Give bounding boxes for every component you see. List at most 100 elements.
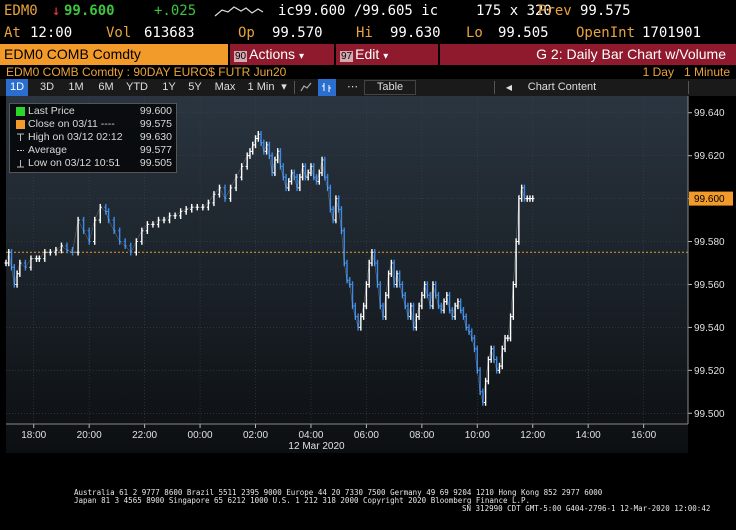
x-tick-label: 04:00	[298, 430, 323, 441]
range-6m[interactable]: 6M	[94, 79, 118, 96]
legend-name: Close on 03/11 ----	[28, 118, 115, 130]
security-field[interactable]: EDM0 COMB Comdty	[0, 44, 228, 65]
toolbar-divider	[688, 81, 689, 94]
interval-select[interactable]: 1 Min	[244, 79, 278, 96]
x-tick-label: 10:00	[465, 430, 490, 441]
y-tick-label: 99.640	[694, 108, 725, 119]
chevron-left-icon[interactable]: ◀	[502, 79, 516, 96]
line-chart-icon[interactable]	[297, 79, 315, 96]
x-tick-label: 02:00	[243, 430, 268, 441]
legend-item-last-price[interactable]: Last Price 99.600	[14, 105, 172, 118]
last-price: 99.600	[64, 3, 115, 19]
toolbar-divider	[494, 81, 495, 94]
chart-toolbar: 1D 3D 1M 6M YTD 1Y 5Y Max 1 Min ▾ ⋯ Tabl…	[0, 79, 736, 96]
y-tick-label: 99.580	[694, 237, 725, 248]
legend-swatch	[16, 107, 25, 116]
more-options-icon[interactable]: ⋯	[344, 79, 358, 96]
chevron-down-icon: ▾	[299, 51, 305, 62]
last-price-tag-label: 99.600	[694, 194, 725, 205]
period-label[interactable]: 1 Day	[643, 65, 674, 79]
x-tick-label: 20:00	[77, 430, 102, 441]
net-change: +.025	[154, 3, 197, 19]
at-label: At	[4, 25, 21, 41]
y-axis: 99.640 99.620 99.600 99.580 99.560 99.540 99.5…	[687, 96, 733, 424]
chevron-down-icon[interactable]: ▾	[278, 79, 290, 96]
actions-menu-number: 90	[234, 51, 248, 62]
edit-menu-label: Edit	[355, 46, 380, 62]
legend-value: 99.505	[139, 157, 172, 169]
high-price: 99.630	[390, 25, 441, 41]
open-label: Op	[238, 25, 255, 41]
bar-chart-icon[interactable]	[318, 79, 336, 96]
y-tick-label: 99.560	[694, 280, 725, 291]
low-label: Lo	[466, 25, 483, 41]
x-tick-label: 06:00	[354, 430, 379, 441]
low-price: 99.505	[498, 25, 549, 41]
interval-label[interactable]: 1 Minute	[684, 65, 730, 79]
volume: 613683	[144, 25, 195, 41]
legend-value: 99.577	[139, 144, 172, 156]
high-marker-icon	[16, 133, 25, 142]
prev-label: Prev	[538, 3, 572, 19]
x-tick-label: 16:00	[631, 430, 656, 441]
legend-value: 99.575	[139, 118, 172, 130]
range-1d[interactable]: 1D	[6, 79, 28, 96]
legend-value: 99.630	[139, 131, 172, 143]
chevron-down-icon: ▾	[383, 51, 389, 62]
ticker[interactable]: EDM0	[4, 0, 38, 22]
y-tick-label: 99.520	[694, 366, 725, 377]
legend-item-close[interactable]: Close on 03/11 ---- 99.575	[14, 118, 172, 131]
actions-menu-label: Actions	[249, 46, 296, 62]
range-1m[interactable]: 1M	[64, 79, 88, 96]
at-time: 12:00	[30, 25, 73, 41]
range-1y[interactable]: 1Y	[158, 79, 180, 96]
legend-value: 99.600	[139, 105, 172, 117]
range-5y[interactable]: 5Y	[184, 79, 206, 96]
chart-legend[interactable]: Last Price 99.600 Close on 03/11 ---- 99…	[9, 103, 177, 173]
x-axis-label: 12 Mar 2020	[288, 441, 345, 452]
period-info: 1 Day 1 Minute	[643, 65, 730, 79]
footer: Australia 61 2 9777 8600 Brazil 5511 239…	[0, 486, 736, 530]
legend-name: Average	[28, 144, 67, 156]
high-label: Hi	[356, 25, 373, 41]
range-ytd[interactable]: YTD	[122, 79, 152, 96]
toolbar-divider	[294, 81, 295, 94]
down-arrow-icon: ↓	[52, 3, 61, 19]
chart-content-button[interactable]: Chart Content	[522, 79, 602, 96]
legend-name: Last Price	[28, 105, 75, 117]
open-interest: 1701901	[642, 25, 702, 41]
range-3d[interactable]: 3D	[36, 79, 58, 96]
legend-name: High on 03/12 02:12	[28, 131, 123, 143]
x-tick-label: 18:00	[21, 430, 46, 441]
x-tick-label: 00:00	[188, 430, 213, 441]
x-tick-label: 12:00	[520, 430, 545, 441]
legend-item-low[interactable]: Low on 03/12 10:51 99.505	[14, 157, 172, 170]
quote-row-1: EDM0 ↓ 99.600 +.025 ic99.600 /99.605 ic …	[0, 0, 736, 22]
legend-item-average[interactable]: Average 99.577	[14, 144, 172, 157]
x-tick-label: 22:00	[132, 430, 157, 441]
edit-menu-number: 97	[340, 51, 354, 62]
y-tick-label: 99.620	[694, 151, 725, 162]
subtitle-row: EDM0 COMB Comdty : 90DAY EURO$ FUTR Jun2…	[0, 65, 736, 79]
actions-menu[interactable]: 90 Actions ▾	[230, 44, 334, 65]
legend-item-high[interactable]: High on 03/12 02:12 99.630	[14, 131, 172, 144]
function-title: G 2: Daily Bar Chart w/Volume	[440, 44, 736, 65]
open-price: 99.570	[272, 25, 323, 41]
x-tick-label: 14:00	[576, 430, 601, 441]
table-button[interactable]: Table	[364, 80, 416, 95]
legend-name: Low on 03/12 10:51	[28, 157, 121, 169]
vol-label: Vol	[106, 25, 132, 41]
y-tick-label: 99.540	[694, 323, 725, 334]
average-marker-icon	[16, 146, 25, 155]
bid-ask: ic99.600 /99.605 ic	[278, 3, 439, 19]
openint-label: OpenInt	[576, 25, 636, 41]
legend-swatch	[16, 120, 25, 129]
prev-close: 99.575	[580, 3, 631, 19]
security-description: EDM0 COMB Comdty : 90DAY EURO$ FUTR Jun2…	[6, 65, 287, 79]
range-max[interactable]: Max	[211, 79, 239, 96]
x-tick-label: 08:00	[409, 430, 434, 441]
function-bar: EDM0 COMB Comdty 90 Actions ▾ 97 Edit ▾ G 2:…	[0, 44, 736, 65]
edit-menu[interactable]: 97 Edit ▾	[336, 44, 438, 65]
low-marker-icon	[16, 159, 25, 168]
footer-session-info: SN 312990 CDT GMT-5:00 G404-2796-1 12-Ma…	[462, 504, 711, 513]
